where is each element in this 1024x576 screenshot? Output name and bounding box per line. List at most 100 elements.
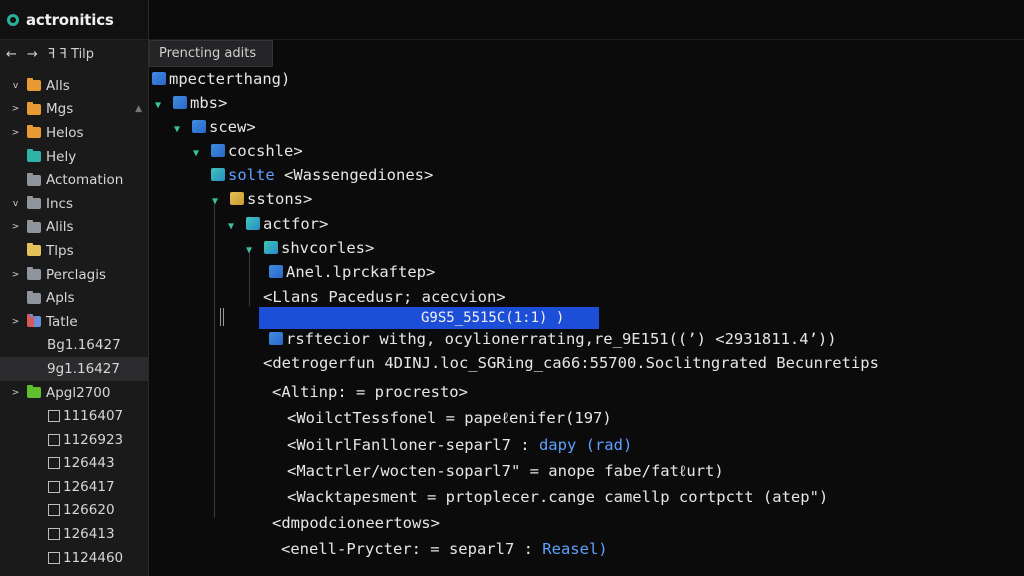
xml-node[interactable]: ▼ sstons> [212, 188, 312, 210]
expand-toggle-icon[interactable]: > [10, 104, 21, 114]
node-icon [173, 96, 187, 109]
sidebar-item[interactable]: > Apgl2700 [0, 381, 148, 405]
file-icon [48, 410, 60, 423]
collapse-arrow-icon[interactable]: ▼ [228, 216, 238, 238]
xml-node[interactable]: solte <Wassengediones> [211, 164, 433, 186]
forward-arrow-icon[interactable]: → [27, 47, 38, 62]
sidebar-item-label: Apgl2700 [46, 384, 111, 401]
vertical-scrollbar[interactable] [1018, 68, 1024, 576]
expand-toggle-icon[interactable]: v [10, 199, 21, 209]
collapse-arrow-icon[interactable]: ▼ [174, 119, 184, 141]
sidebar-item-label: Hely [46, 148, 77, 165]
sidebar-item[interactable]: Actomation [0, 168, 148, 192]
file-icon [48, 480, 60, 493]
xml-node[interactable]: Anel.lprckaftep> [269, 261, 435, 283]
app-header: actronitics [0, 0, 148, 40]
sidebar-item-label: 9g1.16427 [47, 360, 120, 377]
file-label: 1126923 [63, 431, 124, 448]
folder-icon [27, 196, 41, 210]
node-icon [211, 168, 225, 181]
sidebar-item-label: Apls [46, 290, 75, 307]
tab-active[interactable]: Prencting adits [149, 40, 273, 67]
file-label: 126417 [63, 478, 115, 495]
text-cursor-icon [220, 308, 224, 326]
main-editor: Prencting adits mpecterthang) ▼ mbs> ▼ sce… [149, 0, 1024, 576]
nav-path[interactable]: ꟻ ꟻ Tilp [48, 47, 94, 62]
file-icon [48, 457, 60, 470]
collapse-arrow-icon[interactable]: ▼ [212, 191, 222, 213]
file-label: 126620 [63, 502, 115, 519]
back-arrow-icon[interactable]: ← [6, 47, 17, 62]
xml-node[interactable]: ▼ mbs> [155, 92, 227, 114]
file-item[interactable]: 1116407 [0, 404, 148, 428]
expand-toggle-icon[interactable]: v [10, 81, 21, 91]
xml-node[interactable]: <Altinp: = procresto> [272, 381, 468, 403]
nav-bar: ← → ꟻ ꟻ Tilp [0, 40, 148, 68]
sidebar-item[interactable]: Hely [0, 145, 148, 169]
xml-node[interactable]: ▼ actfor> [228, 213, 328, 235]
folder-icon [27, 385, 41, 399]
folder-icon [27, 243, 41, 257]
file-item[interactable]: 1126923 [0, 428, 148, 452]
xml-node[interactable]: ▼ scew> [174, 116, 256, 138]
sidebar-item[interactable]: Tlps [0, 239, 148, 263]
sidebar-item[interactable]: > Perclagis [0, 263, 148, 287]
file-item[interactable]: 126443 [0, 452, 148, 476]
folder-icon [27, 78, 41, 92]
sidebar-item[interactable]: > Alils [0, 216, 148, 240]
xml-node[interactable]: ▼ shvcorles> [246, 237, 374, 259]
sidebar-item-label: Helos [46, 124, 84, 141]
xml-node[interactable]: <dmpodcioneertows> [272, 512, 440, 534]
file-item[interactable]: 126620 [0, 499, 148, 523]
indent-guide [214, 198, 215, 518]
node-icon [230, 192, 244, 205]
sidebar-item[interactable]: > Tatle [0, 310, 148, 334]
xml-node[interactable]: <enell-Prycter: = separl7 : Reasel) [281, 538, 608, 560]
file-label: 126413 [63, 526, 115, 543]
collapse-arrow-icon[interactable]: ▼ [193, 143, 203, 165]
sidebar-tree: v Alls > Mgs > Helos Hely Actomation v Incs … [0, 74, 148, 569]
sidebar: actronitics ← → ꟻ ꟻ Tilp ▲ v Alls > Mgs > H… [0, 0, 149, 576]
expand-toggle-icon[interactable]: > [10, 317, 21, 327]
node-icon [269, 265, 283, 278]
sidebar-item-label: Mgs [46, 101, 74, 118]
node-icon [192, 120, 206, 133]
file-item[interactable]: 126413 [0, 522, 148, 546]
sidebar-item[interactable]: v Alls [0, 74, 148, 98]
xml-node[interactable]: <detrogerfun 4DINJ.loc_SGRing_ca66:55700… [263, 352, 879, 374]
sidebar-item-label: Bg1.16427 [47, 337, 121, 354]
collapse-arrow-icon[interactable]: ▼ [246, 240, 256, 262]
xml-node[interactable]: mpecterthang) [152, 68, 290, 90]
app-logo-icon [7, 13, 19, 26]
file-icon [48, 504, 60, 517]
sidebar-item-selected[interactable]: 9g1.16427 [0, 357, 148, 381]
sidebar-item[interactable]: v Incs [0, 192, 148, 216]
selected-xml-line[interactable]: G9S5_5515C(1:1) ) [259, 307, 599, 329]
collapse-arrow-icon[interactable]: ▼ [155, 95, 165, 117]
file-item[interactable]: 1124460 [0, 546, 148, 570]
xml-node[interactable]: ▼ cocshle> [193, 140, 303, 162]
xml-node[interactable]: <WoilrlFanlloner-separl7 : dapy (rad) [287, 434, 632, 456]
xml-node[interactable]: <WoilctTessfonel = papeℓenifer(197) [287, 407, 612, 429]
sidebar-item-label: Tatle [46, 313, 78, 330]
expand-toggle-icon[interactable]: > [10, 270, 21, 280]
sidebar-item[interactable]: Apls [0, 286, 148, 310]
sidebar-item[interactable]: > Mgs [0, 98, 148, 122]
app-title: actronitics [26, 10, 114, 29]
tab-strip [149, 0, 1024, 40]
tab-label: Prencting adits [159, 46, 257, 61]
file-item[interactable]: 126417 [0, 475, 148, 499]
node-icon [269, 332, 283, 345]
folder-icon [27, 290, 41, 304]
sidebar-item-label: Perclagis [46, 266, 107, 283]
folder-icon [27, 219, 41, 233]
xml-node[interactable]: <Llans Pacedusr; acecvion> [263, 286, 506, 308]
expand-toggle-icon[interactable]: > [10, 388, 21, 398]
expand-toggle-icon[interactable]: > [10, 222, 21, 232]
xml-node[interactable]: rsftecior withg, ocylionerrating,re_9E15… [269, 328, 837, 350]
sidebar-item[interactable]: > Helos [0, 121, 148, 145]
xml-node[interactable]: <Mactrler/wocten-soparl7" = anope fabe/f… [287, 460, 724, 482]
expand-toggle-icon[interactable]: > [10, 128, 21, 138]
sidebar-item[interactable]: Bg1.16427 [0, 334, 148, 358]
xml-node[interactable]: <Wacktapesment = prtoplecer.cange camell… [287, 486, 828, 508]
